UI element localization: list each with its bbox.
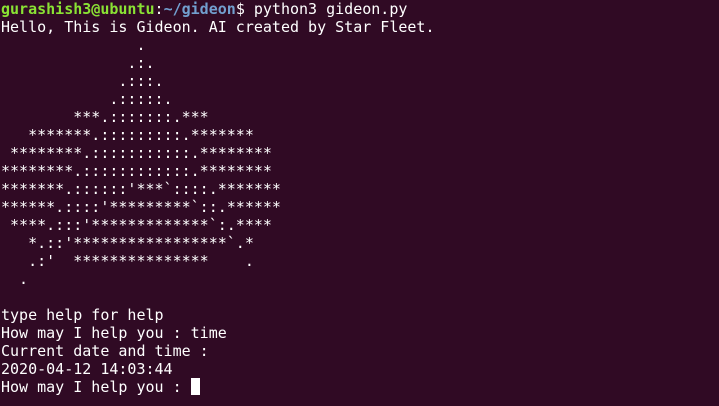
- query-line-1: How may I help you : time: [0, 324, 719, 342]
- greeting-line: Hello, This is Gideon. AI created by Sta…: [1, 18, 435, 36]
- help-hint-line: type help for help: [1, 306, 164, 324]
- ascii-art-line: .:::::.: [1, 90, 173, 108]
- ascii-art-line: ******.::::'*********`::.******: [1, 198, 281, 216]
- query-input: time: [190, 324, 227, 342]
- ascii-art-line: *.::'*****************`.*: [1, 234, 254, 252]
- ascii-art: . .:. .:::. .:::::. ***.:::::::.*** ****…: [0, 36, 719, 288]
- prompt-command: python3 gideon.py: [253, 0, 408, 18]
- datetime-value-line: 2020-04-12 14:03:44: [1, 360, 173, 378]
- shell-prompt-line: gurashish3@ubuntu:~/gideon$ python3 gide…: [0, 0, 719, 18]
- ascii-art-line: .: [1, 270, 29, 288]
- query-prompt: How may I help you :: [1, 378, 191, 396]
- terminal-window[interactable]: gurashish3@ubuntu:~/gideon$ python3 gide…: [0, 0, 719, 406]
- prompt-separator: :: [154, 0, 164, 18]
- ascii-art-line: ****.:::'*************`:.****: [1, 216, 272, 234]
- ascii-art-line: .:.: [1, 54, 155, 72]
- prompt-symbol: $: [235, 0, 254, 18]
- prompt-path: ~/gideon: [163, 0, 236, 18]
- ascii-art-line: *******.::::::'***`::::.*******: [1, 180, 281, 198]
- ascii-art-line: .:' *************** .: [1, 252, 254, 270]
- ascii-art-line: ********.:::::::::::.********: [1, 144, 272, 162]
- datetime-label-line: Current date and time :: [1, 342, 209, 360]
- query-line-2[interactable]: How may I help you :: [0, 378, 719, 396]
- query-prompt: How may I help you :: [1, 324, 191, 342]
- text-cursor[interactable]: [190, 378, 200, 395]
- ascii-art-line: ********.::::::::::::.********: [1, 162, 272, 180]
- ascii-art-line: *******.:::::::::.*******: [1, 126, 254, 144]
- ascii-art-line: ***.:::::::.***: [1, 108, 209, 126]
- ascii-art-line: .: [1, 36, 146, 54]
- prompt-user-host: gurashish3@ubuntu: [1, 0, 155, 18]
- ascii-art-line: .:::.: [1, 72, 164, 90]
